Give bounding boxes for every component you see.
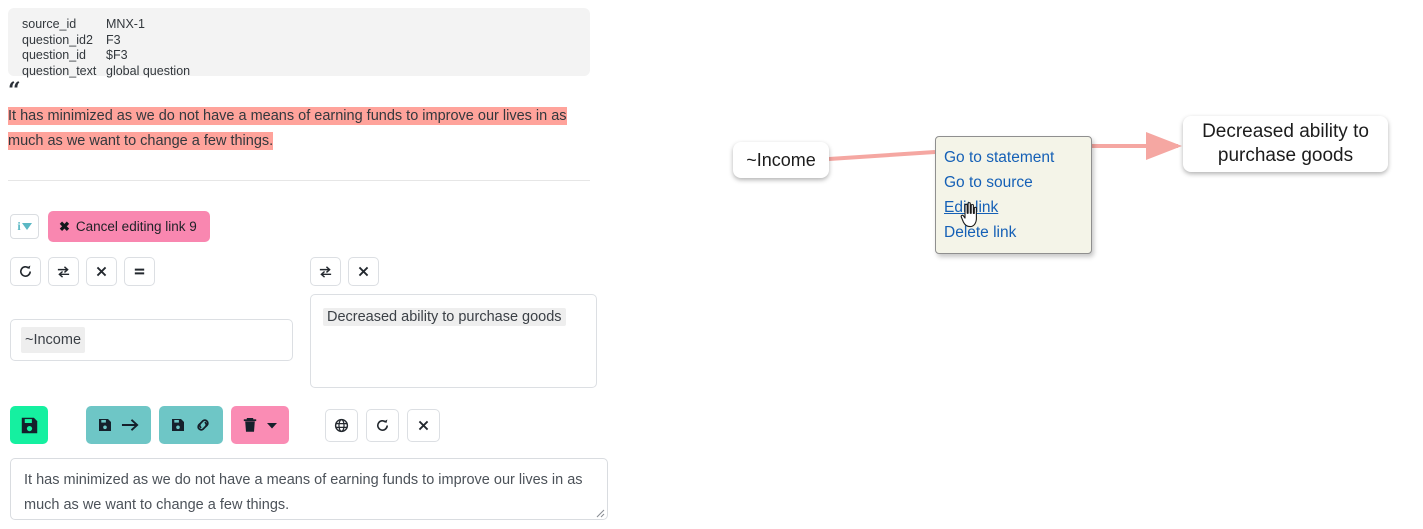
swap-icon xyxy=(318,264,333,279)
editor-panel: source_id MNX-1 question_id2 F3 question… xyxy=(0,0,640,529)
metadata-key: question_id xyxy=(22,48,106,64)
cancel-editing-link-label: Cancel editing link 9 xyxy=(76,219,197,234)
source-field[interactable]: ~Income xyxy=(10,319,293,361)
menu-delete-link[interactable]: Delete link xyxy=(944,220,1091,245)
graph-node-source[interactable]: ~Income xyxy=(733,142,829,178)
edge-source-to-menu[interactable] xyxy=(829,152,935,159)
metadata-value: global question xyxy=(106,64,590,80)
action-toolbar xyxy=(10,406,440,444)
close-icon xyxy=(357,265,370,278)
arrow-right-icon xyxy=(121,417,140,433)
swap-button[interactable] xyxy=(310,257,341,286)
chevron-down-icon xyxy=(266,420,278,430)
quote-block: “ It has minimized as we do not have a m… xyxy=(8,84,592,154)
menu-go-to-statement[interactable]: Go to statement xyxy=(944,145,1091,170)
graph-node-target[interactable]: Decreased ability to purchase goods xyxy=(1183,116,1388,172)
graph-node-source-label: ~Income xyxy=(746,150,816,171)
save-icon xyxy=(170,417,186,433)
info-icon: i xyxy=(17,219,20,234)
equals-icon xyxy=(132,264,147,279)
reload-icon xyxy=(375,418,390,433)
metadata-value: MNX-1 xyxy=(106,17,590,33)
metadata-row: question_text global question xyxy=(22,64,590,80)
save-icon xyxy=(20,416,39,435)
statement-textarea-value: It has minimized as we do not have a mea… xyxy=(24,468,594,518)
graph-edges xyxy=(700,0,1423,529)
menu-go-to-source[interactable]: Go to source xyxy=(944,170,1091,195)
target-value-chip: Decreased ability to purchase goods xyxy=(323,308,566,326)
delete-dropdown-button[interactable] xyxy=(231,406,289,444)
quote-mark-icon: “ xyxy=(8,84,592,100)
clear-button[interactable] xyxy=(86,257,117,286)
resize-handle-icon[interactable] xyxy=(593,506,605,518)
metadata-row: source_id MNX-1 xyxy=(22,17,590,33)
save-and-next-button[interactable] xyxy=(86,406,151,444)
edit-link-toolbar: i ✖ Cancel editing link 9 xyxy=(10,211,210,242)
source-value-chip: ~Income xyxy=(21,327,85,353)
highlighted-excerpt: It has minimized as we do not have a mea… xyxy=(8,107,567,150)
info-dropdown-button[interactable]: i xyxy=(10,214,39,239)
refresh-button[interactable] xyxy=(366,409,399,442)
save-button[interactable] xyxy=(10,406,48,444)
link-graph: ~Income Decreased ability to purchase go… xyxy=(700,0,1423,529)
swap-button[interactable] xyxy=(48,257,79,286)
source-field-toolbar xyxy=(10,257,155,286)
section-divider xyxy=(8,180,590,181)
close-icon xyxy=(95,265,108,278)
equals-button[interactable] xyxy=(124,257,155,286)
trash-icon xyxy=(242,417,258,434)
save-icon xyxy=(97,417,113,433)
link-icon xyxy=(194,416,212,434)
metadata-key: question_id2 xyxy=(22,33,106,49)
clear-button[interactable] xyxy=(348,257,379,286)
close-button[interactable] xyxy=(407,409,440,442)
quote-text: It has minimized as we do not have a mea… xyxy=(8,104,592,154)
close-icon xyxy=(417,419,430,432)
save-and-link-button[interactable] xyxy=(159,406,223,444)
metadata-row: question_id $F3 xyxy=(22,48,590,64)
metadata-key: source_id xyxy=(22,17,106,33)
target-field-toolbar xyxy=(310,257,379,286)
globe-icon xyxy=(334,418,349,433)
metadata-value: F3 xyxy=(106,33,590,49)
swap-icon xyxy=(56,264,71,279)
metadata-key: question_text xyxy=(22,64,106,80)
metadata-value: $F3 xyxy=(106,48,590,64)
link-context-menu: Go to statement Go to source Edit link D… xyxy=(935,136,1092,254)
statement-textarea[interactable]: It has minimized as we do not have a mea… xyxy=(10,458,608,520)
globe-button[interactable] xyxy=(325,409,358,442)
reload-button[interactable] xyxy=(10,257,41,286)
graph-node-target-label: Decreased ability to purchase goods xyxy=(1193,120,1378,168)
reload-icon xyxy=(18,264,33,279)
target-field[interactable]: Decreased ability to purchase goods xyxy=(310,294,597,388)
metadata-row: question_id2 F3 xyxy=(22,33,590,49)
cancel-editing-link-button[interactable]: ✖ Cancel editing link 9 xyxy=(48,211,210,242)
metadata-box: source_id MNX-1 question_id2 F3 question… xyxy=(8,8,590,76)
menu-edit-link[interactable]: Edit link xyxy=(944,195,1091,220)
chevron-down-icon xyxy=(22,223,32,230)
close-icon: ✖ xyxy=(59,219,70,235)
